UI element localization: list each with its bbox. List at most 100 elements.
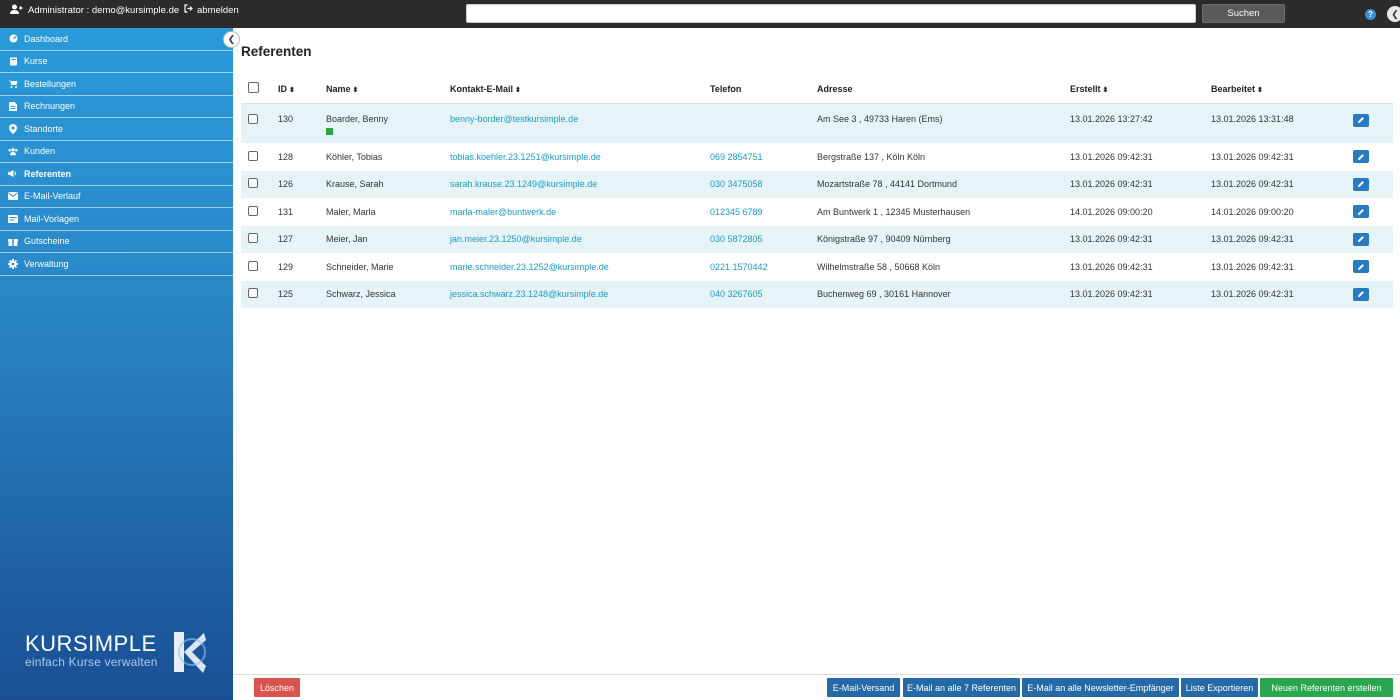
sidebar-item-gutscheine[interactable]: Gutscheine: [0, 231, 233, 253]
sidebar-item-label: Mail-Vorlagen: [24, 213, 80, 224]
sidebar-item-dashboard[interactable]: Dashboard: [0, 28, 233, 51]
page-title: Referenten: [241, 44, 312, 59]
sidebar-item-mail-vorlagen[interactable]: Mail-Vorlagen: [0, 208, 233, 231]
row-checkbox[interactable]: [248, 260, 258, 271]
export-list-button[interactable]: Liste Exportieren: [1181, 678, 1258, 697]
row-select-cell: [241, 253, 278, 281]
col-phone-label: Telefon: [710, 83, 742, 94]
dashboard-icon: [8, 34, 18, 44]
cell-phone: 0221 1570442: [710, 253, 817, 281]
cell-phone: 040 3267605: [710, 280, 817, 308]
email-link[interactable]: tobias.koehler.23.1251@kursimple.de: [450, 152, 601, 162]
referent-name: Meier, Jan: [326, 234, 368, 245]
row-checkbox[interactable]: [248, 113, 258, 124]
table-row[interactable]: 130 Boarder, Benny benny-border@testkursim…: [241, 103, 1393, 143]
sidebar: Dashboard Kurse Bestellungen Rechnungen Stan…: [0, 28, 240, 700]
sort-icon: ⬍: [1102, 86, 1109, 94]
table-row[interactable]: 128 Köhler, Tobias tobias.koehler.23.1251@…: [241, 143, 1393, 171]
col-email-label: Kontakt-E-Mail: [450, 83, 513, 94]
sidebar-item-label: Standorte: [24, 123, 64, 134]
envelope-icon: [8, 191, 18, 201]
sidebar-item-e-mail-verlauf[interactable]: E-Mail-Verlauf: [0, 186, 233, 208]
email-link[interactable]: marie.schneider.23.1252@kursimple.de: [450, 262, 609, 272]
cell-email: tobias.koehler.23.1251@kursimple.de: [450, 143, 710, 171]
sidebar-item-label: Kurse: [24, 56, 48, 67]
collapse-panel-icon[interactable]: ❮: [1387, 6, 1400, 22]
phone-link[interactable]: 030 5872805: [710, 234, 763, 244]
sidebar-item-kurse[interactable]: Kurse: [0, 51, 233, 73]
cell-id: 126: [278, 170, 326, 198]
email-link[interactable]: marla-maler@buntwerk.de: [450, 207, 556, 217]
row-checkbox[interactable]: [248, 233, 258, 244]
email-send-button[interactable]: E-Mail-Versand: [827, 678, 900, 697]
phone-link[interactable]: 0221 1570442: [710, 262, 768, 272]
col-email[interactable]: Kontakt-E-Mail ⬍: [450, 75, 710, 104]
phone-link[interactable]: 040 3267605: [710, 289, 763, 299]
bottom-action-bar: Löschen E-Mail-Versand E-Mail an alle 7 …: [233, 674, 1400, 700]
new-referent-button[interactable]: Neuen Referenten erstellen: [1260, 678, 1393, 697]
table-row[interactable]: 125 Schwarz, Jessica jessica.schwarz.23.12…: [241, 280, 1393, 308]
edit-button[interactable]: [1353, 260, 1369, 274]
table-row[interactable]: 131 Maler, Marla marla-maler@buntwerk.de 01…: [241, 198, 1393, 226]
sort-icon: ⬍: [515, 86, 521, 94]
email-link[interactable]: jan.meier.23.1250@kursimple.de: [450, 234, 582, 244]
delete-button[interactable]: Löschen: [254, 678, 300, 697]
phone-link[interactable]: 030 3475058: [710, 179, 763, 189]
sidebar-item-referenten[interactable]: Referenten: [0, 163, 233, 186]
sidebar-item-label: Rechnungen: [24, 101, 76, 112]
cell-actions: [1353, 143, 1393, 171]
cell-address: Am Buntwerk 1 , 12345 Musterhausen: [817, 206, 971, 217]
edit-button[interactable]: [1353, 150, 1369, 164]
phone-link[interactable]: 012345 6789: [710, 207, 763, 217]
col-edited[interactable]: Bearbeitet ⬍: [1211, 75, 1353, 104]
email-link[interactable]: benny-border@testkursimple.de: [450, 114, 578, 124]
cell-edited: 13.01.2026 09:42:31: [1211, 151, 1294, 162]
search-input[interactable]: [466, 4, 1196, 23]
table-row[interactable]: 127 Meier, Jan jan.meier.23.1250@kursimple…: [241, 225, 1393, 253]
email-newsletter-button[interactable]: E-Mail an alle Newsletter-Empfänger: [1022, 678, 1179, 697]
brand-name: KURSIMPLE: [25, 631, 157, 656]
row-checkbox[interactable]: [248, 205, 258, 216]
search-button[interactable]: Suchen: [1202, 4, 1285, 23]
email-link[interactable]: jessica.schwarz.23.1248@kursimple.de: [450, 289, 608, 299]
row-checkbox[interactable]: [248, 150, 258, 161]
brand-logo: KURSIMPLE einfach Kurse verwalten: [25, 631, 158, 669]
cell-email: jessica.schwarz.23.1248@kursimple.de: [450, 280, 710, 308]
logout-link[interactable]: abmelden: [184, 0, 239, 20]
sort-icon: ⬍: [289, 86, 295, 94]
sidebar-nav: Dashboard Kurse Bestellungen Rechnungen Stan…: [0, 28, 233, 276]
pencil-icon: [1358, 263, 1364, 270]
edit-button[interactable]: [1353, 287, 1369, 301]
sidebar-item-label: Referenten: [24, 168, 72, 179]
cell-id: 129: [278, 261, 294, 272]
col-name[interactable]: Name ⬍: [326, 75, 450, 104]
user-label: Administrator : demo@kursimple.de: [28, 4, 180, 16]
help-icon[interactable]: ?: [1365, 9, 1376, 20]
phone-link[interactable]: 069 2854751: [710, 152, 763, 162]
sidebar-item-kunden[interactable]: Kunden: [0, 141, 233, 163]
col-id[interactable]: ID ⬍: [278, 75, 326, 104]
row-select-cell: [241, 170, 278, 198]
col-created[interactable]: Erstellt ⬍: [1070, 75, 1211, 104]
edit-button[interactable]: [1353, 113, 1369, 127]
logout-label: abmelden: [197, 4, 239, 16]
referent-name: Schwarz, Jessica: [326, 289, 396, 300]
table-row[interactable]: 129 Schneider, Marie marie.schneider.23.12…: [241, 253, 1393, 281]
row-checkbox[interactable]: [248, 288, 258, 299]
row-checkbox[interactable]: [248, 178, 258, 189]
status-indicator: [326, 127, 333, 135]
sidebar-item-label: Bestellungen: [24, 78, 77, 89]
cell-name: Krause, Sarah: [326, 170, 450, 198]
email-link[interactable]: sarah.krause.23.1249@kursimple.de: [450, 179, 597, 189]
sidebar-item-standorte[interactable]: Standorte: [0, 118, 233, 141]
edit-button[interactable]: [1353, 232, 1369, 246]
email-all-referents-button[interactable]: E-Mail an alle 7 Referenten: [903, 678, 1020, 697]
table-row[interactable]: 126 Krause, Sarah sarah.krause.23.1249@kur…: [241, 170, 1393, 198]
select-all-checkbox[interactable]: [248, 82, 259, 94]
sidebar-item-rechnungen[interactable]: Rechnungen: [0, 96, 233, 118]
sidebar-item-bestellungen[interactable]: Bestellungen: [0, 73, 233, 96]
cell-email: jan.meier.23.1250@kursimple.de: [450, 225, 710, 253]
edit-button[interactable]: [1353, 177, 1369, 191]
edit-button[interactable]: [1353, 205, 1369, 219]
sidebar-item-verwaltung[interactable]: Verwaltung: [0, 253, 233, 276]
